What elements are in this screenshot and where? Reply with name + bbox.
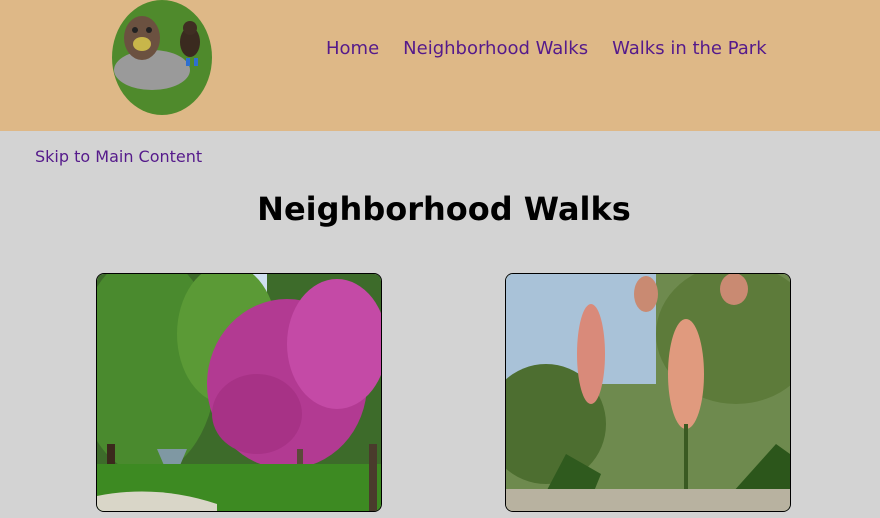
- photo-blossom-branch: [505, 273, 791, 512]
- nav-home-link[interactable]: Home: [326, 38, 379, 59]
- flowering-tree-photo-icon: [97, 274, 381, 511]
- page-title: Neighborhood Walks: [257, 190, 631, 228]
- nav-neighborhood-walks-link[interactable]: Neighborhood Walks: [403, 38, 588, 59]
- two-dogs-photo-icon: [112, 0, 212, 115]
- logo-dogs-photo[interactable]: [112, 0, 212, 115]
- main-nav: Home Neighborhood Walks Walks in the Par…: [326, 38, 767, 59]
- photo-flowering-tree: [96, 273, 382, 512]
- nav-walks-in-the-park-link[interactable]: Walks in the Park: [612, 38, 767, 59]
- skip-to-main-link[interactable]: Skip to Main Content: [35, 147, 202, 166]
- site-header: Home Neighborhood Walks Walks in the Par…: [0, 0, 880, 131]
- blossom-branch-photo-icon: [506, 274, 790, 511]
